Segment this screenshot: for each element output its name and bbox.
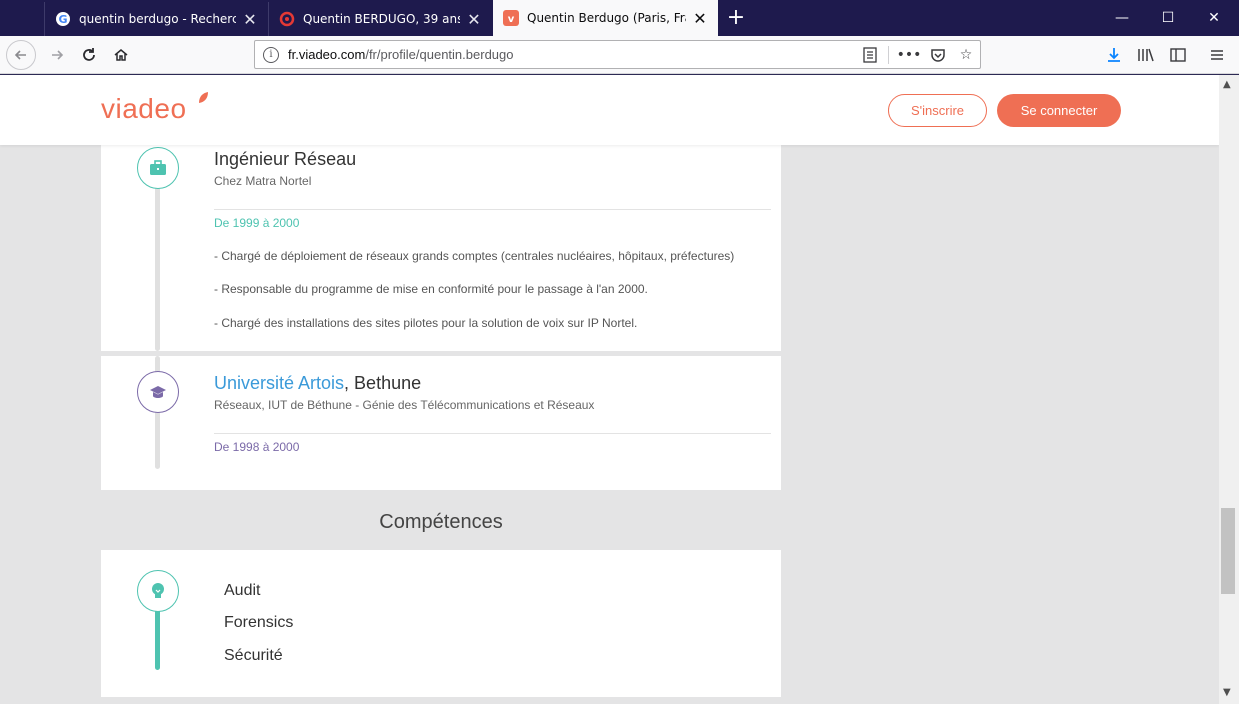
svg-text:G: G (58, 13, 67, 26)
job-title: Ingénieur Réseau (214, 149, 357, 169)
url-text: fr.viadeo.com/fr/profile/quentin.berdugo (288, 47, 514, 62)
lightbulb-icon (152, 583, 164, 598)
education-card: Université Artois, Bethune Réseaux, IUT … (101, 356, 781, 490)
minimize-button[interactable]: — (1099, 0, 1145, 36)
maximize-button[interactable]: ☐ (1145, 0, 1191, 36)
reload-icon (83, 48, 95, 61)
experience-description-3: - Chargé des installations des sites pil… (214, 316, 638, 330)
sidebar-button[interactable] (1163, 40, 1193, 70)
new-tab-button[interactable]: + (722, 4, 750, 32)
close-icon[interactable]: ✕ (242, 10, 258, 29)
tab-bar: G quentin berdugo - Recherche G ✕ Quenti… (0, 0, 1239, 36)
skills-badge (137, 570, 179, 612)
bookmark-star-icon[interactable]: ☆ (955, 45, 977, 65)
tab-google-search[interactable]: G quentin berdugo - Recherche G ✕ (44, 2, 268, 36)
divider (214, 209, 771, 210)
forward-button[interactable] (42, 40, 72, 70)
leaf-icon (199, 92, 208, 103)
arrow-left-icon (14, 50, 26, 60)
signup-button[interactable]: S'inscrire (888, 94, 987, 127)
login-button[interactable]: Se connecter (997, 94, 1121, 127)
google-icon: G (55, 11, 71, 27)
reload-button[interactable] (74, 40, 104, 70)
degree-name: Réseaux, IUT de Béthune - Génie des Télé… (214, 398, 595, 412)
swirl-icon (279, 11, 295, 27)
downloads-button[interactable] (1099, 40, 1129, 70)
experience-description-1: - Chargé de déploiement de réseaux grand… (214, 249, 735, 263)
library-icon (1138, 48, 1154, 62)
scroll-down-icon[interactable]: ▼ (1223, 687, 1231, 698)
company-name: Chez Matra Nortel (214, 174, 312, 188)
skills-section-title: Compétences (379, 511, 503, 533)
education-badge (137, 371, 179, 413)
info-icon[interactable]: i (263, 47, 279, 63)
tab-profile-copain[interactable]: Quentin BERDUGO, 39 ans (PAR ✕ (268, 2, 492, 36)
skill-item: Sécurité (224, 647, 283, 664)
school-city: , Bethune (344, 373, 422, 393)
hamburger-icon (1211, 50, 1223, 60)
tab-viadeo-profile[interactable]: v Quentin Berdugo (Paris, France ✕ (493, 0, 718, 36)
pocket-icon[interactable] (927, 45, 949, 65)
scroll-up-icon[interactable]: ▲ (1223, 79, 1231, 90)
education-dates: De 1998 à 2000 (214, 440, 300, 454)
address-bar[interactable]: i fr.viadeo.com/fr/profile/quentin.berdu… (254, 40, 981, 69)
download-icon (1108, 48, 1120, 62)
close-window-button[interactable]: ✕ (1191, 0, 1237, 36)
experience-badge (137, 147, 179, 189)
site-header: viadeo S'inscrire Se connecter (0, 75, 1219, 145)
experience-dates: De 1999 à 2000 (214, 216, 300, 230)
page-viewport: viadeo S'inscrire Se connecter Ingénieur… (0, 75, 1219, 704)
home-button[interactable] (106, 40, 136, 70)
svg-text:v: v (508, 14, 515, 25)
tab-label: Quentin BERDUGO, 39 ans (PAR (303, 12, 460, 26)
arrow-right-icon (52, 50, 64, 60)
close-icon[interactable]: ✕ (466, 10, 482, 29)
back-button[interactable] (6, 40, 36, 70)
tab-label: Quentin Berdugo (Paris, France (527, 11, 686, 25)
scrollbar-thumb[interactable] (1221, 508, 1235, 594)
viadeo-logo[interactable]: viadeo (101, 92, 208, 125)
library-button[interactable] (1131, 40, 1161, 70)
reader-view-icon[interactable] (859, 45, 881, 65)
school-link[interactable]: Université Artois (214, 373, 344, 393)
school-heading: Université Artois, Bethune (214, 373, 421, 394)
close-icon[interactable]: ✕ (692, 9, 708, 28)
more-actions-icon[interactable]: ••• (897, 45, 922, 65)
divider (214, 433, 771, 434)
home-icon (114, 49, 128, 61)
navigation-toolbar: i fr.viadeo.com/fr/profile/quentin.berdu… (0, 36, 1239, 74)
sidebar-icon (1170, 48, 1186, 62)
skill-item: Audit (224, 582, 261, 599)
skills-card: Audit Forensics Sécurité (101, 550, 781, 697)
experience-description-2: - Responsable du programme de mise en co… (214, 282, 648, 296)
briefcase-icon (150, 160, 166, 175)
viadeo-icon: v (503, 10, 519, 26)
graduation-cap-icon (150, 386, 166, 398)
skill-item: Forensics (224, 614, 294, 631)
menu-button[interactable] (1202, 40, 1232, 70)
tab-label: quentin berdugo - Recherche G (79, 12, 236, 26)
vertical-scrollbar[interactable]: ▲ ▼ (1219, 75, 1239, 704)
